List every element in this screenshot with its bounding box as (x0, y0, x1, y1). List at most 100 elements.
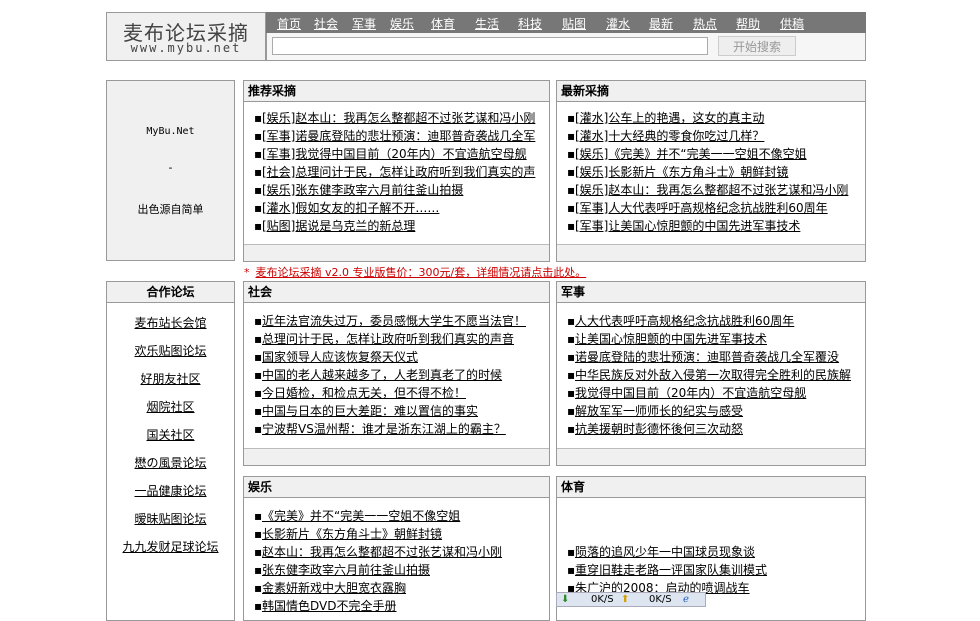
article-link[interactable]: 金素妍新戏中大胆宽衣露胸 (262, 581, 406, 595)
list-item: ▪总理问计于民，怎样让政府听到我们真实的声音 (254, 332, 515, 346)
list-item: ▪让美国心惊胆颤的中国先进军事技术 (567, 332, 768, 346)
search-button[interactable]: 开始搜索 (718, 36, 796, 56)
article-link[interactable]: [贴图]据说是乌克兰的新总理 (262, 219, 415, 233)
browser-icon[interactable]: ℯ (683, 594, 689, 605)
article-link[interactable]: 韩国情色DVD不完全手册 (262, 599, 396, 613)
notice-link[interactable]: 麦布论坛采摘 v2.0 专业版售价：300元/套，详细情况请点击此处。 (256, 266, 587, 279)
article-link[interactable]: 赵本山：我再怎么整都超不过张艺谋和冯小刚 (262, 545, 502, 559)
article-link[interactable]: 陨落的追风少年一中国球员现象谈 (575, 545, 755, 559)
nav-home[interactable]: 首页 (277, 15, 301, 32)
military-title: 军事 (557, 282, 865, 303)
list-item: ▪中国的老人越来越多了，人老到真老了的时候 (254, 368, 503, 382)
partner-link[interactable]: 九九发财足球论坛 (107, 538, 234, 555)
article-link[interactable]: 长影新片《东方角斗士》朝鲜封镜 (262, 527, 442, 541)
nav-tech[interactable]: 科技 (518, 15, 542, 32)
article-link[interactable]: 张东健李政宰六月前往釜山拍摄 (262, 563, 430, 577)
logo[interactable]: 麦布论坛采摘 www.mybu.net (106, 12, 266, 61)
article-link[interactable]: 《完美》并不“完美一一空姐不像空姐 (262, 509, 460, 523)
list-item: ▪[军事]诺曼底登陆的悲壮预演：迪耶普奇袭战几全军 (254, 129, 536, 143)
recommended-panel: 推荐采摘 ▪[娱乐]赵本山：我再怎么整都超不过张艺谋和冯小刚 ▪[军事]诺曼底登… (243, 80, 550, 262)
nav-life[interactable]: 生活 (475, 15, 499, 32)
military-panel: 军事 ▪人大代表呼吁高规格纪念抗战胜利60周年 ▪让美国心惊胆颤的中国先进军事技… (556, 281, 866, 466)
nav-entertainment[interactable]: 娱乐 (390, 15, 414, 32)
nav-help[interactable]: 帮助 (736, 15, 760, 32)
article-link[interactable]: 中华民族反对外敌入侵第一次取得完全胜利的民族解 (575, 368, 851, 382)
recommended-list: ▪[娱乐]赵本山：我再怎么整都超不过张艺谋和冯小刚 ▪[军事]诺曼底登陆的悲壮预… (254, 109, 545, 235)
article-link[interactable]: 近年法官流失过万，委员感慨大学生不愿当法官！ (262, 314, 526, 328)
search-bar: 开始搜索 (266, 33, 866, 61)
upload-arrow-icon: ⬆ (621, 594, 630, 605)
military-list: ▪人大代表呼吁高规格纪念抗战胜利60周年 ▪让美国心惊胆颤的中国先进军事技术 ▪… (567, 312, 861, 438)
price-notice: * 麦布论坛采摘 v2.0 专业版售价：300元/套，详细情况请点击此处。 (244, 264, 586, 280)
article-link[interactable]: 诺曼底登陆的悲壮预演：迪耶普奇袭战几全军覆没 (575, 350, 839, 364)
nav-chat[interactable]: 灌水 (606, 15, 630, 32)
list-item: ▪《完美》并不“完美一一空姐不像空姐 (254, 509, 461, 523)
partner-link[interactable]: 国关社区 (107, 426, 234, 443)
entertainment-list: ▪《完美》并不“完美一一空姐不像空姐 ▪长影新片《东方角斗士》朝鲜封镜 ▪赵本山… (254, 507, 545, 615)
partner-link[interactable]: 好朋友社区 (107, 370, 234, 387)
ad-box[interactable]: MyBu.Net - 出色源自简单 (106, 80, 235, 261)
list-item: ▪解放军军一师师长的纪实与感受 (567, 404, 744, 418)
article-link[interactable]: [灌水]假如女友的扣子解不开…… (262, 201, 439, 215)
list-item: ▪长影新片《东方角斗士》朝鲜封镜 (254, 527, 443, 541)
article-link[interactable]: 抗美援朝时彭德怀後何三次动怒 (575, 422, 743, 436)
article-link[interactable]: 今日婚检，和检点无关，但不得不检！ (262, 386, 466, 400)
partner-link[interactable]: 欢乐贴图论坛 (107, 342, 234, 359)
article-link[interactable]: 国家领导人应该恢复祭天仪式 (262, 350, 418, 364)
list-item: ▪重穿旧鞋走老路一评国家队集训模式 (567, 563, 768, 577)
article-link[interactable]: [娱乐]赵本山：我再怎么整都超不过张艺谋和冯小刚 (262, 111, 535, 125)
article-link[interactable]: [灌水]公车上的艳遇，这女的真主动 (575, 111, 764, 125)
nav-military[interactable]: 军事 (352, 15, 376, 32)
partner-link[interactable]: 麦布站长会馆 (107, 314, 234, 331)
list-item: ▪[娱乐]张东健李政宰六月前往釜山拍摄 (254, 183, 464, 197)
article-link[interactable]: [社会]总理问计于民，怎样让政府听到我们真实的声 (262, 165, 535, 179)
partner-link[interactable]: 烟院社区 (107, 398, 234, 415)
society-panel: 社会 ▪近年法官流失过万，委员感慨大学生不愿当法官！ ▪总理问计于民，怎样让政府… (243, 281, 550, 466)
entertainment-panel: 娱乐 ▪《完美》并不“完美一一空姐不像空姐 ▪长影新片《东方角斗士》朝鲜封镜 ▪… (243, 476, 550, 621)
nav-hot[interactable]: 热点 (693, 15, 717, 32)
nav-sports[interactable]: 体育 (431, 15, 455, 32)
panel-footer (244, 448, 549, 465)
list-item: ▪[娱乐]长影新片《东方角斗士》朝鲜封镜 (567, 165, 789, 179)
article-link[interactable]: [军事]让美国心惊胆颤的中国先进军事技术 (575, 219, 800, 233)
partner-link[interactable]: 懋の風景论坛 (107, 454, 234, 471)
download-speed: 0K/S (591, 594, 614, 605)
partner-link[interactable]: 暧昧贴图论坛 (107, 510, 234, 527)
list-item: ▪抗美援朝时彭德怀後何三次动怒 (567, 422, 744, 436)
article-link[interactable]: 总理问计于民，怎样让政府听到我们真实的声音 (262, 332, 514, 346)
nav-bar: 首页 社会 军事 娱乐 体育 生活 科技 贴图 灌水 最新 热点 帮助 供稿 (266, 12, 866, 33)
article-link[interactable]: [娱乐]张东健李政宰六月前往釜山拍摄 (262, 183, 463, 197)
article-link[interactable]: [娱乐]赵本山：我再怎么整都超不过张艺谋和冯小刚 (575, 183, 848, 197)
article-link[interactable]: 让美国心惊胆颤的中国先进军事技术 (575, 332, 767, 346)
latest-list: ▪[灌水]公车上的艳遇，这女的真主动 ▪[灌水]十大经典的零食你吃过几样？ ▪[… (567, 109, 861, 235)
article-link[interactable]: [军事]人大代表呼吁高规格纪念抗战胜利60周年 (575, 201, 828, 215)
list-item: ▪[贴图]据说是乌克兰的新总理 (254, 219, 416, 233)
article-link[interactable]: 重穿旧鞋走老路一评国家队集训模式 (575, 563, 767, 577)
article-link[interactable]: 中国的老人越来越多了，人老到真老了的时候 (262, 368, 502, 382)
article-link[interactable]: 解放军军一师师长的纪实与感受 (575, 404, 743, 418)
partner-link[interactable]: 一品健康论坛 (107, 482, 234, 499)
ad-separator: - (168, 161, 173, 174)
article-link[interactable]: 中国与日本的巨大差距：难以置信的事实 (262, 404, 478, 418)
article-link[interactable]: [灌水]十大经典的零食你吃过几样？ (575, 129, 764, 143)
nav-submit[interactable]: 供稿 (780, 15, 804, 32)
partner-forums: 合作论坛 麦布站长会馆 欢乐贴图论坛 好朋友社区 烟院社区 国关社区 懋の風景论… (106, 281, 235, 621)
nav-society[interactable]: 社会 (314, 15, 338, 32)
sports-list: ▪陨落的追风少年一中国球员现象谈 ▪重穿旧鞋走老路一评国家队集训模式 ▪朱广沪的… (567, 543, 861, 597)
article-link[interactable]: [军事]我觉得中国目前（20年内）不宜造航空母舰 (262, 147, 527, 161)
notice-star: * (244, 266, 250, 279)
article-link[interactable]: [娱乐]长影新片《东方角斗士》朝鲜封镜 (575, 165, 788, 179)
ad-site-name: MyBu.Net (146, 126, 195, 137)
ad-slogan: 出色源自简单 (137, 203, 204, 216)
panel-footer (557, 448, 865, 465)
article-link[interactable]: 宁波帮VS温州帮：谁才是浙东江湖上的霸主？ (262, 422, 506, 436)
download-status-widget[interactable]: ⬇ 0K/S ⬆ 0K/S ℯ (556, 592, 706, 607)
nav-pictures[interactable]: 贴图 (562, 15, 586, 32)
list-item: ▪赵本山：我再怎么整都超不过张艺谋和冯小刚 (254, 545, 503, 559)
search-input[interactable] (272, 37, 708, 55)
nav-latest[interactable]: 最新 (649, 15, 673, 32)
article-link[interactable]: 人大代表呼吁高规格纪念抗战胜利60周年 (575, 314, 794, 328)
article-link[interactable]: [娱乐]《完美》并不“完美一一空姐不像空姐 (575, 147, 807, 161)
article-link[interactable]: [军事]诺曼底登陆的悲壮预演：迪耶普奇袭战几全军 (262, 129, 535, 143)
article-link[interactable]: 我觉得中国目前（20年内）不宜造航空母舰 (575, 386, 806, 400)
